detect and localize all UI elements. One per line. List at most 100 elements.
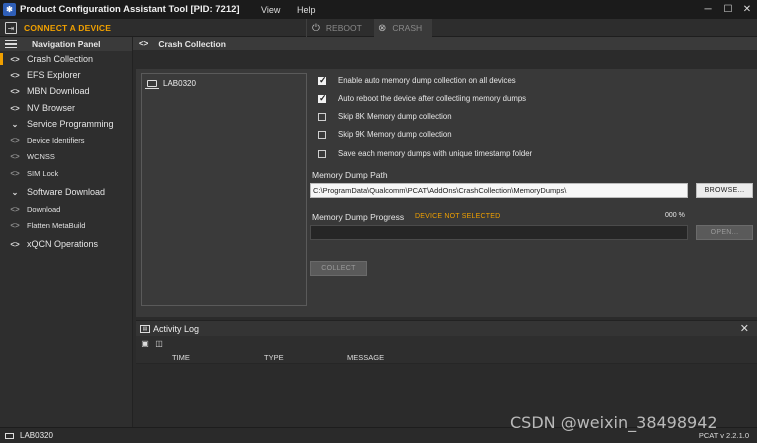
window-title: Product Configuration Assistant Tool [PI… (20, 4, 240, 15)
status-device: LAB0320 (20, 431, 53, 440)
option-label: Enable auto memory dump collection on al… (338, 76, 516, 85)
memory-dump-progress-label: Memory Dump Progress (312, 212, 405, 222)
power-icon: ⏻ (312, 22, 320, 34)
sidebar-item-label: xQCN Operations (27, 239, 99, 249)
version-label: PCAT v 2.2.1.0 (698, 431, 749, 440)
activity-log-toolbar: ▣ ◫ (136, 336, 757, 351)
code-icon: <> (10, 103, 20, 113)
laptop-icon (145, 80, 159, 89)
activity-log-columns: TIME TYPE MESSAGE (136, 351, 757, 364)
option-enable-auto-dump[interactable]: Enable auto memory dump collection on al… (318, 75, 516, 86)
browse-button[interactable]: BROWSE... (696, 183, 753, 198)
save-icon[interactable]: ▣ (140, 339, 150, 348)
option-auto-reboot[interactable]: Auto reboot the device after collectiing… (318, 93, 527, 104)
memory-dump-progress-bar (310, 225, 688, 240)
menu-icon[interactable] (5, 39, 17, 49)
code-icon: <> (10, 70, 20, 80)
sidebar-item-nv-browser[interactable]: <> NV Browser (0, 102, 133, 114)
activity-log-title: Activity Log (153, 323, 200, 334)
sidebar-item-crash-collection[interactable]: <> Crash Collection (0, 53, 133, 65)
connect-device-label: CONNECT A DEVICE (24, 23, 112, 33)
device-name: LAB0320 (163, 79, 196, 88)
navigation-panel-title: Navigation Panel (32, 39, 101, 49)
memory-dump-path-input[interactable] (310, 183, 688, 198)
watermark-text: CSDN @weixin_38498942 (510, 413, 718, 432)
close-icon[interactable]: ✕ (740, 322, 749, 335)
checkbox[interactable] (318, 112, 326, 121)
sidebar-item-label: SIM Lock (27, 169, 59, 178)
close-icon[interactable]: ✕ (737, 0, 757, 19)
code-icon: <> (10, 169, 20, 178)
checkbox[interactable] (318, 130, 326, 139)
page-title: Crash Collection (158, 38, 226, 49)
sidebar-item-flatten-metabuild[interactable]: <> Flatten MetaBuild (0, 220, 133, 231)
progress-status: DEVICE NOT SELECTED (415, 213, 501, 220)
toolbar-divider (306, 19, 307, 37)
sidebar-section-service-programming[interactable]: ⌄ Service Programming (0, 118, 133, 130)
clear-log-icon[interactable]: ◫ (154, 339, 164, 348)
sidebar-item-label: NV Browser (27, 103, 76, 113)
sidebar-item-mbn-download[interactable]: <> MBN Download (0, 85, 133, 97)
maximize-icon[interactable]: ☐ (718, 0, 738, 19)
option-skip-9k[interactable]: Skip 9K Memory dump collection (318, 130, 452, 139)
sidebar-item-label: WCNSS (27, 152, 55, 161)
code-icon: <> (10, 136, 20, 145)
navigation-panel-header: Navigation Panel (0, 37, 132, 51)
option-label: Auto reboot the device after collectiing… (338, 94, 527, 103)
sidebar-section-software-download[interactable]: ⌄ Software Download (0, 186, 133, 198)
sidebar-item-label: Flatten MetaBuild (27, 221, 86, 230)
option-skip-8k[interactable]: Skip 8K Memory dump collection (318, 112, 452, 121)
reboot-label: REBOOT (325, 23, 362, 33)
device-list[interactable]: LAB0320 (141, 73, 307, 306)
sidebar-item-label: EFS Explorer (27, 70, 81, 80)
option-label: Save each memory dumps with unique times… (338, 149, 533, 158)
code-icon: <> (10, 221, 20, 230)
checkbox[interactable] (318, 75, 327, 86)
code-icon: <> (10, 86, 20, 96)
sidebar-item-label: Crash Collection (27, 54, 94, 64)
code-icon: <> (10, 54, 20, 64)
code-icon: <> (10, 205, 20, 214)
checkbox[interactable] (318, 149, 326, 158)
connect-icon: ⇥ (5, 22, 17, 34)
menu-view[interactable]: View (261, 0, 280, 19)
sidebar-item-label: Device Identifiers (27, 136, 85, 145)
navigation-panel: Navigation Panel <> Crash Collection <> … (0, 37, 133, 427)
activity-log-header: ▤ Activity Log ✕ (136, 320, 757, 336)
minimize-icon[interactable]: ─ (698, 0, 718, 19)
column-message: MESSAGE (347, 353, 385, 362)
page-header: <> Crash Collection (133, 37, 757, 50)
device-list-item[interactable]: LAB0320 (145, 79, 196, 89)
code-icon: <> (10, 239, 20, 249)
collect-button[interactable]: COLLECT (310, 261, 367, 276)
sidebar-item-xqcn-operations[interactable]: <> xQCN Operations (0, 238, 133, 250)
option-unique-timestamp[interactable]: Save each memory dumps with unique times… (318, 149, 532, 158)
column-type: TYPE (264, 353, 284, 362)
crash-label: CRASH (392, 23, 423, 33)
connect-device-button[interactable]: ⇥ CONNECT A DEVICE (0, 19, 111, 37)
chevron-down-icon: ⌄ (11, 119, 19, 129)
sidebar-item-wcnss[interactable]: <> WCNSS (0, 151, 133, 162)
sidebar-item-label: Service Programming (27, 119, 114, 129)
option-label: Skip 8K Memory dump collection (338, 112, 452, 121)
sidebar-item-efs-explorer[interactable]: <> EFS Explorer (0, 69, 133, 81)
reboot-button[interactable]: ⏻ REBOOT (312, 19, 372, 37)
open-button[interactable]: OPEN... (696, 225, 753, 240)
checkbox[interactable] (318, 93, 327, 104)
title-bar: ✱ Product Configuration Assistant Tool [… (0, 0, 757, 19)
option-label: Skip 9K Memory dump collection (338, 130, 452, 139)
sidebar-item-label: MBN Download (27, 86, 90, 96)
sidebar-item-label: Download (27, 205, 61, 214)
code-icon: <> (139, 39, 149, 48)
sidebar-item-device-identifiers[interactable]: <> Device Identifiers (0, 135, 133, 146)
chevron-down-icon: ⌄ (11, 187, 19, 197)
laptop-icon (5, 432, 14, 439)
crash-button[interactable]: ⊗ CRASH (374, 19, 432, 37)
sidebar-item-download[interactable]: <> Download (0, 204, 133, 215)
memory-dump-path-label: Memory Dump Path (312, 170, 388, 180)
log-icon: ▤ (140, 324, 150, 333)
menu-help[interactable]: Help (297, 0, 316, 19)
sidebar-item-sim-lock[interactable]: <> SIM Lock (0, 168, 133, 179)
crash-icon: ⊗ (378, 22, 387, 34)
column-time: TIME (172, 353, 190, 362)
